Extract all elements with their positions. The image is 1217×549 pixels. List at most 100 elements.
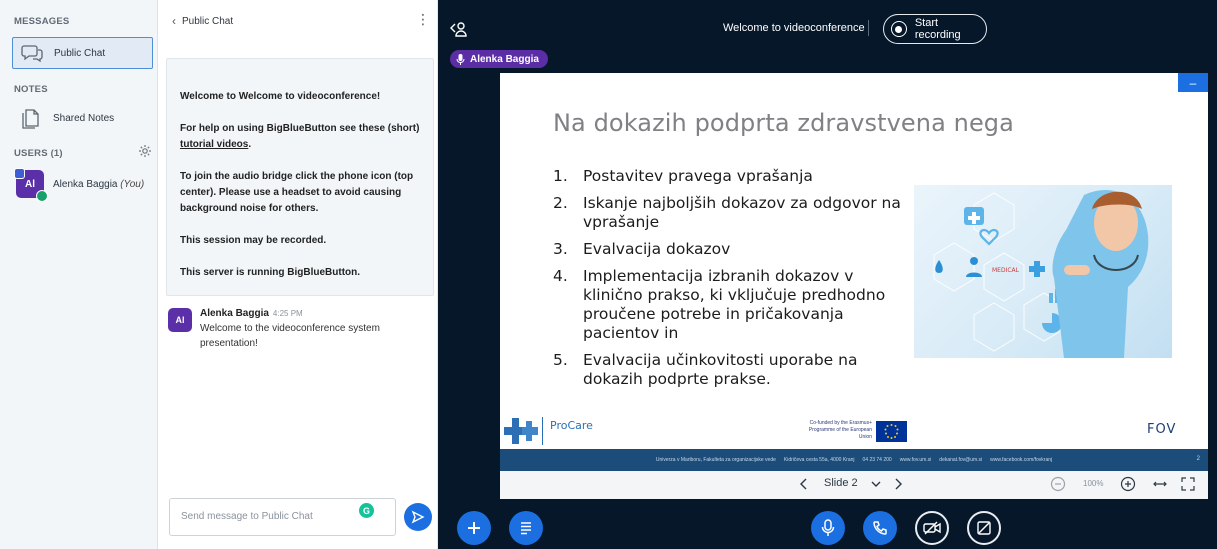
- video-off-icon: [923, 521, 941, 535]
- gear-icon[interactable]: [138, 144, 152, 158]
- avatar-initials: Al: [25, 178, 35, 190]
- record-label: Start recording: [914, 17, 961, 41]
- contact-segment: www.facebook.com/fovkranj: [990, 457, 1053, 463]
- procare-divider: [542, 417, 543, 445]
- chevron-left-icon: ‹: [172, 14, 176, 28]
- slide-bullet-item: 1. Postavitev pravega vprašanja: [553, 167, 913, 186]
- more-options-icon[interactable]: ⋮: [416, 12, 430, 26]
- presentation-slide: – Na dokazih podprta zdravstvena nega 1.…: [500, 73, 1208, 471]
- messages-section-title: MESSAGES: [14, 16, 70, 27]
- medical-label: MEDICAL: [992, 267, 1020, 274]
- moderator-icon: [14, 168, 25, 179]
- share-screen-button[interactable]: [967, 511, 1001, 545]
- shared-notes-item[interactable]: Shared Notes: [12, 102, 153, 134]
- slide-bullet-text: Implementacija izbranih dokazov v klinič…: [583, 267, 886, 342]
- help-suffix: .: [248, 139, 252, 150]
- user-name: Alenka Baggia (You): [53, 179, 144, 190]
- user-list-panel: MESSAGES Public Chat NOTES Shared Notes …: [0, 0, 158, 549]
- grammarly-icon[interactable]: G: [359, 503, 374, 518]
- slide-bullet-text: Postavitev pravega vprašanja: [583, 167, 813, 185]
- microphone-icon: [36, 190, 48, 202]
- fit-width-icon[interactable]: [1152, 476, 1168, 492]
- welcome-line-4: This session may be recorded.: [180, 233, 421, 249]
- avatar-initials: Al: [175, 315, 185, 325]
- message-header: Alenka Baggia 4:25 PM: [200, 308, 428, 319]
- talking-indicator[interactable]: Alenka Baggia: [450, 50, 548, 68]
- talker-name: Alenka Baggia: [470, 53, 539, 65]
- next-slide-icon[interactable]: [890, 476, 906, 492]
- slide-page-number: 2: [1196, 456, 1200, 462]
- slide-bullet-number: 5.: [553, 351, 568, 369]
- contact-segment: Univerza v Mariboru, Fakulteta za organi…: [655, 457, 776, 463]
- eu-funding-text: Co-funded by the Erasmus+ Programme of t…: [808, 420, 872, 440]
- share-webcam-button[interactable]: [915, 511, 949, 545]
- chat-bubble-icon: [19, 40, 45, 66]
- slide-bullet-number: 2.: [553, 194, 568, 212]
- list-icon: [521, 522, 531, 535]
- slide-bullet-number: 1.: [553, 167, 568, 185]
- mute-microphone-button[interactable]: [811, 511, 845, 545]
- fullscreen-icon[interactable]: [1180, 476, 1196, 492]
- user-item[interactable]: Al Alenka Baggia (You): [14, 168, 144, 202]
- toggle-userlist-icon[interactable]: [450, 21, 468, 37]
- message-body: Alenka Baggia 4:25 PM Welcome to the vide…: [200, 308, 428, 351]
- shared-notes-label: Shared Notes: [53, 112, 115, 124]
- leave-audio-button[interactable]: [863, 511, 897, 545]
- contact-segment: dekanat.fov@um.si: [939, 457, 983, 463]
- screen-share-off-icon: [977, 521, 991, 535]
- welcome-line-2: For help on using BigBlueButton see thes…: [180, 121, 421, 153]
- slide-controls: Slide 2 100%: [500, 471, 1208, 499]
- zoom-out-icon[interactable]: [1050, 476, 1066, 492]
- polls-button[interactable]: [509, 511, 543, 545]
- slide-bullet-item: 2. Iskanje najboljših dokazov za odgovor …: [553, 194, 913, 232]
- meeting-title: Welcome to videoconference: [723, 22, 865, 34]
- record-icon: [891, 21, 907, 37]
- start-recording-button[interactable]: Start recording: [883, 14, 987, 44]
- tutorial-videos-link[interactable]: tutorial videos: [180, 139, 248, 150]
- slide-bullet-text: Evalvacija dokazov: [583, 240, 731, 258]
- presentation-area: Welcome to videoconference Start recordi…: [438, 0, 1217, 549]
- slide-bullet-item: 3. Evalvacija dokazov: [553, 240, 913, 259]
- chevron-down-icon[interactable]: [868, 476, 884, 492]
- chat-panel: ‹ Public Chat ⋮ Welcome to Welcome to vi…: [158, 0, 438, 549]
- chat-header-title: Public Chat: [182, 15, 234, 27]
- audio-bridge-text: To join the audio bridge click the phone…: [180, 171, 414, 214]
- help-text: For help on using BigBlueButton see thes…: [180, 123, 420, 134]
- send-icon: [411, 510, 425, 524]
- public-chat-label: Public Chat: [54, 47, 106, 59]
- previous-slide-icon[interactable]: [796, 476, 812, 492]
- public-chat-item[interactable]: Public Chat: [12, 37, 153, 69]
- notes-section-title: NOTES: [14, 84, 48, 95]
- slide-selector[interactable]: Slide 2: [824, 477, 858, 489]
- message-author: Alenka Baggia: [200, 308, 269, 319]
- phone-icon: [873, 521, 887, 535]
- microphone-icon: [821, 519, 835, 536]
- contact-segment: www.fov.um.si: [899, 457, 932, 463]
- server-notice: This server is running BigBlueButton.: [180, 267, 361, 278]
- slide-bullet-text: Iskanje najboljših dokazov za odgovor na…: [583, 194, 901, 231]
- send-message-button[interactable]: [404, 503, 432, 531]
- slide-bullet-item: 4. Implementacija izbranih dokazov v klin…: [553, 267, 913, 343]
- chat-header[interactable]: ‹ Public Chat: [172, 14, 233, 28]
- zoom-in-icon[interactable]: [1120, 476, 1136, 492]
- plus-icon: [468, 522, 480, 534]
- slide-title: Na dokazih podprta zdravstvena nega: [553, 109, 1014, 137]
- avatar: Al: [14, 168, 48, 202]
- contact-segment: 04 23 74 200: [862, 457, 892, 463]
- document-icon: [18, 105, 44, 131]
- slide-bullet-item: 5. Evalvacija učinkovitosti uporabe na do…: [553, 351, 913, 389]
- minimize-presentation-button[interactable]: –: [1178, 73, 1208, 92]
- actions-plus-button[interactable]: [457, 511, 491, 545]
- you-suffix: (You): [120, 178, 145, 190]
- welcome-line-5: This server is running BigBlueButton.: [180, 265, 421, 281]
- slide-bullet-text: Evalvacija učinkovitosti uporabe na doka…: [583, 351, 858, 388]
- microphone-icon: [456, 53, 465, 65]
- welcome-line-1: Welcome to Welcome to videoconference!: [180, 89, 421, 105]
- nurse-medical-illustration: MEDICAL: [914, 185, 1172, 358]
- welcome-message: Welcome to Welcome to videoconference! F…: [166, 58, 434, 296]
- slide-bullet-list: 1. Postavitev pravega vprašanja 2. Iskanje …: [553, 167, 913, 397]
- message-time: 4:25 PM: [272, 309, 303, 318]
- procare-logo-icon: [504, 418, 538, 444]
- procare-logo-text: ProCare: [550, 419, 593, 432]
- contact-segment: Kidričeva cesta 55a, 4000 Kranj: [783, 457, 855, 463]
